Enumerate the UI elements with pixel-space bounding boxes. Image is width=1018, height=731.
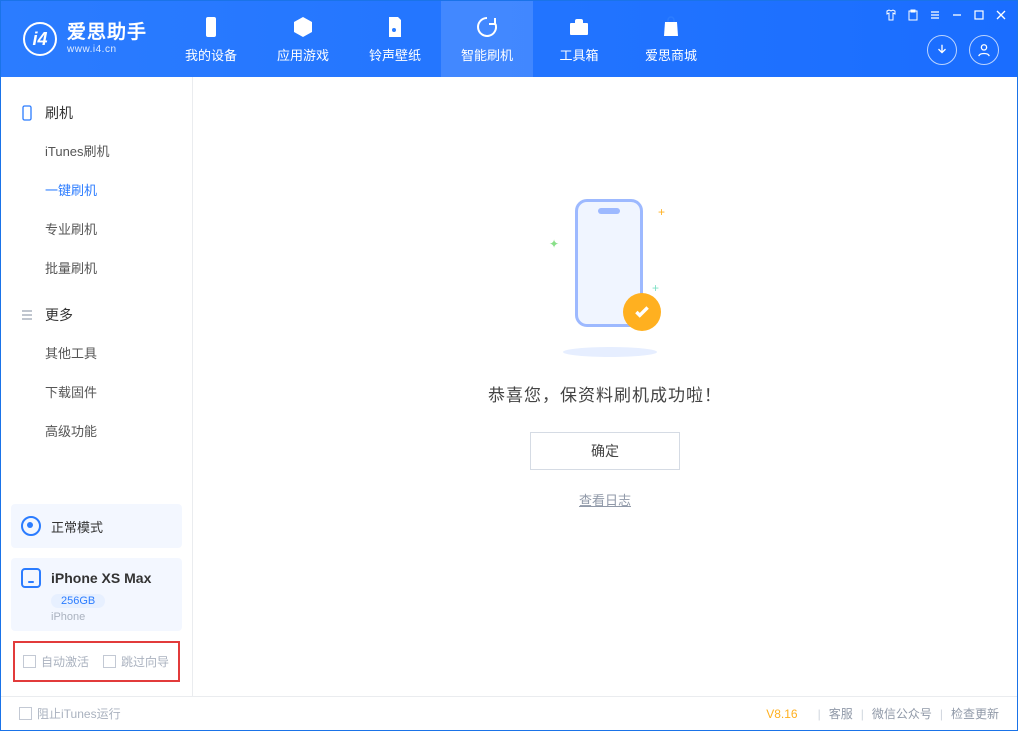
- link-wechat[interactable]: 微信公众号: [872, 705, 932, 722]
- body: 刷机 iTunes刷机 一键刷机 专业刷机 批量刷机 更多 其他工具 下载固件 …: [1, 77, 1017, 696]
- device-row: iPhone XS Max: [21, 568, 172, 588]
- version-label: V8.16: [766, 707, 797, 721]
- shirt-icon[interactable]: [885, 9, 897, 21]
- app-window: i4 爱思助手 www.i4.cn 我的设备 应用游戏 铃声壁纸 智能刷机: [0, 0, 1018, 731]
- more-items: 其他工具 下载固件 高级功能: [1, 333, 192, 460]
- app-subtitle: www.i4.cn: [67, 44, 147, 55]
- logo-block: i4 爱思助手 www.i4.cn: [1, 22, 165, 56]
- nav-ringtones[interactable]: 铃声壁纸: [349, 1, 441, 77]
- menu-icon[interactable]: [929, 9, 941, 21]
- success-illustration: ✦ + +: [545, 197, 665, 357]
- link-check-update[interactable]: 检查更新: [951, 705, 999, 722]
- sidebar-item-itunes-flash[interactable]: iTunes刷机: [1, 131, 192, 170]
- logo-text: 爱思助手 www.i4.cn: [67, 23, 147, 55]
- options-highlight-box: 自动激活 跳过向导: [13, 641, 180, 682]
- nav-label: 铃声壁纸: [369, 45, 421, 64]
- checkbox-label: 阻止iTunes运行: [37, 705, 121, 722]
- nav-label: 应用游戏: [277, 45, 329, 64]
- sidebar: 刷机 iTunes刷机 一键刷机 专业刷机 批量刷机 更多 其他工具 下载固件 …: [1, 77, 193, 696]
- nav-label: 我的设备: [185, 45, 237, 64]
- header-circle-buttons: [927, 35, 999, 65]
- nav-smart-flash[interactable]: 智能刷机: [441, 1, 533, 77]
- sidebar-bottom: 正常模式 iPhone XS Max 256GB iPhone: [1, 494, 192, 641]
- status-bar: 阻止iTunes运行 V8.16 | 客服 | 微信公众号 | 检查更新: [1, 696, 1017, 730]
- sidebar-section-flash: 刷机: [1, 95, 192, 131]
- sidebar-item-other-tools[interactable]: 其他工具: [1, 333, 192, 372]
- device-card[interactable]: iPhone XS Max 256GB iPhone: [11, 558, 182, 631]
- checkbox-skip-wizard[interactable]: 跳过向导: [103, 653, 169, 670]
- sidebar-item-download-firmware[interactable]: 下载固件: [1, 372, 192, 411]
- checkbox-box-icon: [23, 655, 36, 668]
- sidebar-item-pro-flash[interactable]: 专业刷机: [1, 209, 192, 248]
- section-label: 刷机: [45, 103, 73, 123]
- checkbox-label: 跳过向导: [121, 653, 169, 670]
- mode-icon: [21, 516, 41, 536]
- header-bar: i4 爱思助手 www.i4.cn 我的设备 应用游戏 铃声壁纸 智能刷机: [1, 1, 1017, 77]
- checkbox-auto-activate[interactable]: 自动激活: [23, 653, 89, 670]
- link-support[interactable]: 客服: [829, 705, 853, 722]
- mode-card[interactable]: 正常模式: [11, 504, 182, 548]
- sparkle-icon: +: [658, 205, 665, 219]
- mode-label: 正常模式: [51, 517, 103, 536]
- device-type: iPhone: [51, 611, 172, 623]
- app-title: 爱思助手: [67, 23, 147, 44]
- checkbox-block-itunes[interactable]: 阻止iTunes运行: [19, 705, 121, 722]
- section-label: 更多: [45, 305, 73, 325]
- nav-toolbox[interactable]: 工具箱: [533, 1, 625, 77]
- sidebar-item-advanced[interactable]: 高级功能: [1, 411, 192, 450]
- bag-icon: [659, 15, 683, 39]
- checkbox-box-icon: [103, 655, 116, 668]
- minimize-icon[interactable]: [951, 9, 963, 21]
- list-icon: [19, 307, 35, 323]
- nav-my-device[interactable]: 我的设备: [165, 1, 257, 77]
- user-button[interactable]: [969, 35, 999, 65]
- phone-outline-icon: [19, 105, 35, 121]
- checkbox-label: 自动激活: [41, 653, 89, 670]
- main-content: ✦ + + 恭喜您，保资料刷机成功啦！ 确定 查看日志: [193, 77, 1017, 696]
- top-nav: 我的设备 应用游戏 铃声壁纸 智能刷机 工具箱 爱思商城: [165, 1, 717, 77]
- window-controls: [885, 9, 1007, 21]
- sparkle-icon: +: [652, 281, 659, 295]
- download-button[interactable]: [927, 35, 957, 65]
- refresh-icon: [475, 15, 499, 39]
- toolbox-icon: [567, 15, 591, 39]
- footer-right: V8.16 | 客服 | 微信公众号 | 检查更新: [766, 705, 999, 722]
- success-message: 恭喜您，保资料刷机成功啦！: [488, 381, 722, 406]
- nav-label: 智能刷机: [461, 45, 513, 64]
- sparkle-icon: ✦: [549, 237, 559, 251]
- clipboard-icon[interactable]: [907, 9, 919, 21]
- device-icon: [199, 15, 223, 39]
- nav-apps-games[interactable]: 应用游戏: [257, 1, 349, 77]
- check-badge-icon: [623, 293, 661, 331]
- sidebar-section-more: 更多: [1, 297, 192, 333]
- nav-label: 爱思商城: [645, 45, 697, 64]
- sidebar-item-one-click-flash[interactable]: 一键刷机: [1, 170, 192, 209]
- flash-items: iTunes刷机 一键刷机 专业刷机 批量刷机: [1, 131, 192, 297]
- nav-store[interactable]: 爱思商城: [625, 1, 717, 77]
- music-file-icon: [383, 15, 407, 39]
- close-icon[interactable]: [995, 9, 1007, 21]
- maximize-icon[interactable]: [973, 9, 985, 21]
- sidebar-item-batch-flash[interactable]: 批量刷机: [1, 248, 192, 287]
- device-name: iPhone XS Max: [51, 570, 151, 586]
- confirm-button[interactable]: 确定: [530, 432, 680, 470]
- checkbox-box-icon: [19, 707, 32, 720]
- device-phone-icon: [21, 568, 41, 588]
- logo-icon: i4: [23, 22, 57, 56]
- cube-icon: [291, 15, 315, 39]
- nav-label: 工具箱: [560, 45, 599, 64]
- device-capacity: 256GB: [51, 594, 105, 608]
- view-log-link[interactable]: 查看日志: [579, 490, 631, 509]
